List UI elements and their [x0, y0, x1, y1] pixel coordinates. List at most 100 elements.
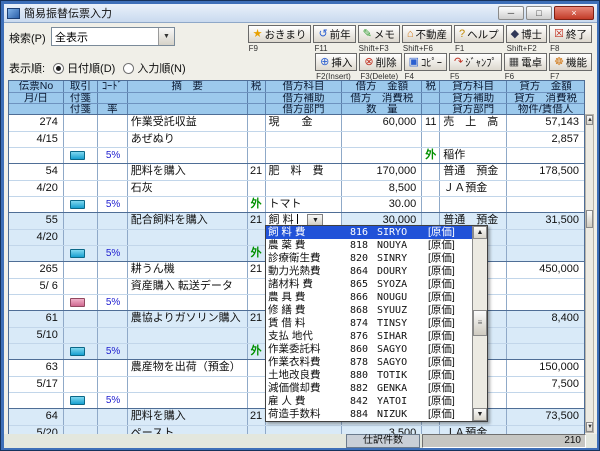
cell-fusen[interactable] — [64, 181, 98, 196]
cell-c1[interactable]: 4/20 — [9, 181, 64, 196]
cell-c1[interactable] — [9, 393, 64, 408]
cell-c5[interactable]: 外 — [248, 344, 266, 359]
cell-c1[interactable]: 55 — [9, 213, 64, 229]
cell-c9[interactable]: 稲作 — [440, 148, 507, 163]
cell-c8[interactable] — [422, 132, 440, 147]
cell-fusen[interactable] — [64, 377, 98, 392]
cell-c4[interactable]: 農協よりガソリン購入 — [128, 311, 248, 327]
cell-c9[interactable]: ＪＡ預金 — [440, 181, 507, 196]
cell-c4[interactable]: 配合飼料を購入 — [128, 213, 248, 229]
cell-c4[interactable]: 作業受託収益 — [128, 115, 248, 131]
cell-c5[interactable] — [248, 377, 266, 392]
cell-c5[interactable] — [248, 393, 266, 408]
cell-c10[interactable] — [507, 181, 584, 196]
cell-c10[interactable]: 2,857 — [507, 132, 584, 147]
cell-fusen[interactable] — [64, 246, 98, 261]
cell-c5[interactable]: 21 — [248, 409, 266, 425]
cell-c4[interactable]: 農産物を出荷（預金） — [128, 360, 248, 376]
scroll-up-icon[interactable]: ▲ — [586, 115, 593, 125]
cell-c3[interactable] — [98, 328, 128, 343]
radio-date-order[interactable]: 日付順(D) — [53, 60, 115, 76]
cell-c3[interactable]: 5% — [98, 148, 128, 163]
cell-c3[interactable] — [98, 230, 128, 245]
cell-c1[interactable]: 5/10 — [9, 328, 64, 343]
前年-button[interactable]: ↺前年 — [313, 25, 355, 43]
cell-c1[interactable]: 4/15 — [9, 132, 64, 147]
cell-c5[interactable]: 外 — [248, 197, 266, 212]
cell-c6[interactable]: 現 金 — [266, 115, 343, 131]
ｺﾋﾟｰ-button[interactable]: ▣ｺﾋﾟｰ — [404, 53, 447, 71]
不動産-button[interactable]: ⌂不動産 — [402, 25, 452, 43]
cell-c3[interactable] — [98, 262, 128, 278]
cell-c3[interactable] — [98, 360, 128, 376]
dropdown-item[interactable]: 土地改良費880TOTIK[原価] — [266, 369, 472, 382]
cell-c10[interactable] — [507, 279, 584, 294]
cell-c10[interactable] — [507, 148, 584, 163]
cell-c3[interactable] — [98, 409, 128, 425]
cell-c10[interactable] — [507, 230, 584, 245]
cell-c5[interactable] — [248, 148, 266, 163]
cell-c7[interactable] — [342, 148, 422, 163]
cell-fusen[interactable] — [64, 328, 98, 343]
cell-c10[interactable] — [507, 197, 584, 212]
cell-c8[interactable] — [422, 181, 440, 196]
cell-c6[interactable] — [266, 148, 343, 163]
終了-button[interactable]: ☒終了 — [549, 25, 592, 43]
cell-c3[interactable] — [98, 311, 128, 327]
cell-c4[interactable]: 肥料を購入 — [128, 409, 248, 425]
dropdown-item[interactable]: 作業衣料費878SAGYO[原価] — [266, 356, 472, 369]
cell-c3[interactable] — [98, 213, 128, 229]
cell-c1[interactable]: 265 — [9, 262, 64, 278]
cell-fusen[interactable] — [64, 115, 98, 131]
scroll-down-icon[interactable]: ▼ — [586, 422, 593, 432]
cell-c5[interactable]: 21 — [248, 213, 266, 229]
dropdown-item[interactable]: 農 具 費866NOUGU[原価] — [266, 291, 472, 304]
cell-c1[interactable]: 61 — [9, 311, 64, 327]
cell-fusen[interactable] — [64, 344, 98, 359]
cell-c10[interactable]: 31,500 — [507, 213, 584, 229]
cell-c10[interactable] — [507, 328, 584, 343]
search-combobox[interactable]: 全表示 ▼ — [51, 27, 175, 46]
close-button[interactable]: × — [554, 6, 594, 20]
cell-c5[interactable] — [248, 230, 266, 245]
cell-c1[interactable]: 274 — [9, 115, 64, 131]
cell-c3[interactable]: 5% — [98, 344, 128, 359]
cell-c3[interactable]: 5% — [98, 197, 128, 212]
cell-fusen[interactable] — [64, 262, 98, 278]
博士-button[interactable]: ◆博士 — [506, 25, 547, 43]
cell-c4[interactable]: あぜぬり — [128, 132, 248, 147]
cell-fusen[interactable] — [64, 311, 98, 327]
cell-c4[interactable] — [128, 230, 248, 245]
dropdown-item[interactable]: 飼 料 費816SIRYO[原価] — [266, 226, 472, 239]
cell-c1[interactable]: 63 — [9, 360, 64, 376]
cell-fusen[interactable] — [64, 230, 98, 245]
cell-c4[interactable] — [128, 295, 248, 310]
cell-c7[interactable]: 30.00 — [342, 197, 422, 212]
おきまり-button[interactable]: ★おきまり — [248, 25, 312, 43]
cell-c3[interactable]: 5% — [98, 295, 128, 310]
cell-c7[interactable]: 8,500 — [342, 181, 422, 196]
cell-c10[interactable]: 57,143 — [507, 115, 584, 131]
cell-fusen[interactable] — [64, 279, 98, 294]
cell-c4[interactable] — [128, 197, 248, 212]
cell-c5[interactable] — [248, 181, 266, 196]
削除-button[interactable]: ⊗削除 — [359, 53, 401, 71]
cell-c10[interactable] — [507, 393, 584, 408]
cell-c6[interactable]: トマト — [266, 197, 343, 212]
scrollbar-thumb[interactable] — [586, 210, 593, 228]
dropdown-item[interactable]: 支払 地代876SIHAR[原価] — [266, 330, 472, 343]
cell-c10[interactable]: 73,500 — [507, 409, 584, 425]
cell-c8[interactable]: 11 — [422, 115, 440, 131]
cell-c3[interactable]: 5% — [98, 393, 128, 408]
dropdown-item[interactable]: 修 繕 費868SYUUZ[原価] — [266, 304, 472, 317]
dropdown-scrollbar[interactable]: ▲ ▼ — [472, 226, 487, 421]
cell-c4[interactable] — [128, 148, 248, 163]
cell-c10[interactable]: 8,400 — [507, 311, 584, 327]
ヘルプ-button[interactable]: ?ヘルプ — [454, 25, 504, 43]
cell-c1[interactable] — [9, 344, 64, 359]
cell-c3[interactable] — [98, 279, 128, 294]
cell-c5[interactable] — [248, 360, 266, 376]
scroll-up-icon[interactable]: ▲ — [473, 226, 487, 239]
cell-c3[interactable]: 5% — [98, 246, 128, 261]
cell-c5[interactable] — [248, 279, 266, 294]
